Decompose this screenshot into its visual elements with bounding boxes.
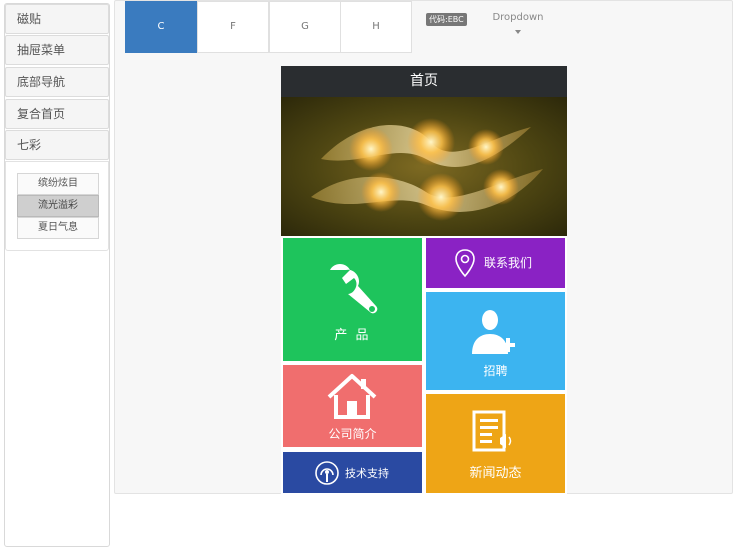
tile-contact[interactable]: 联系我们	[426, 238, 565, 288]
tile-recruit-label: 招聘	[483, 364, 508, 378]
submenu-item-dazzling[interactable]: 缤纷炫目	[17, 173, 99, 195]
tile-about-label: 公司简介	[328, 427, 377, 441]
house-icon	[327, 374, 377, 419]
tile-recruit[interactable]: 招聘	[426, 292, 565, 390]
tab-c[interactable]: C	[125, 1, 197, 53]
map-pin-icon	[455, 249, 475, 278]
tab-f[interactable]: F	[197, 1, 269, 53]
podcast-icon	[315, 461, 339, 485]
tile-news-label: 新闻动态	[469, 466, 522, 481]
dropdown-toggle[interactable]: Dropdown	[481, 12, 555, 34]
tab-h[interactable]: H	[340, 1, 412, 53]
sidebar-item-composite-home[interactable]: 复合首页	[5, 99, 109, 129]
chevron-down-icon	[515, 30, 521, 34]
tile-about[interactable]: 公司简介	[283, 365, 422, 447]
tile-support-label: 技术支持	[345, 467, 389, 480]
news-icon	[472, 410, 512, 452]
phone-preview: 首页 产 品 联系我们 招聘 公司简介 新闻动态 技术支持	[281, 66, 567, 495]
main-panel: C F G H 代码:EBC Dropdown 首页 产 品 联系我们 招聘 公…	[114, 0, 733, 495]
wrench-icon	[330, 264, 378, 314]
tile-news[interactable]: 新闻动态	[426, 394, 565, 493]
tile-support[interactable]: 技术支持	[283, 452, 422, 493]
page-title: 首页	[281, 66, 567, 97]
tab-g[interactable]: G	[269, 1, 341, 53]
sidebar-item-colorful[interactable]: 七彩	[5, 130, 109, 160]
sidebar-item-tiles[interactable]: 磁贴	[5, 4, 109, 34]
add-user-icon	[472, 310, 515, 354]
sidebar: 磁贴 抽屉菜单 底部导航 复合首页 七彩 缤纷炫目 流光溢彩 夏日气息	[4, 3, 110, 547]
tile-products[interactable]: 产 品	[283, 238, 422, 361]
sidebar-item-bottom-nav[interactable]: 底部导航	[5, 67, 109, 97]
tile-products-label: 产 品	[334, 328, 371, 343]
banner-image	[281, 97, 567, 236]
submenu-item-streaming-light[interactable]: 流光溢彩	[17, 195, 99, 217]
sidebar-item-drawer-menu[interactable]: 抽屉菜单	[5, 35, 109, 65]
code-badge: 代码:EBC	[426, 13, 467, 26]
dropdown-label: Dropdown	[492, 12, 544, 23]
colorful-submenu: 缤纷炫目 流光溢彩 夏日气息	[5, 161, 109, 251]
tile-contact-label: 联系我们	[484, 256, 533, 270]
light-sculpture-image	[311, 118, 543, 221]
submenu-item-summer[interactable]: 夏日气息	[17, 217, 99, 239]
